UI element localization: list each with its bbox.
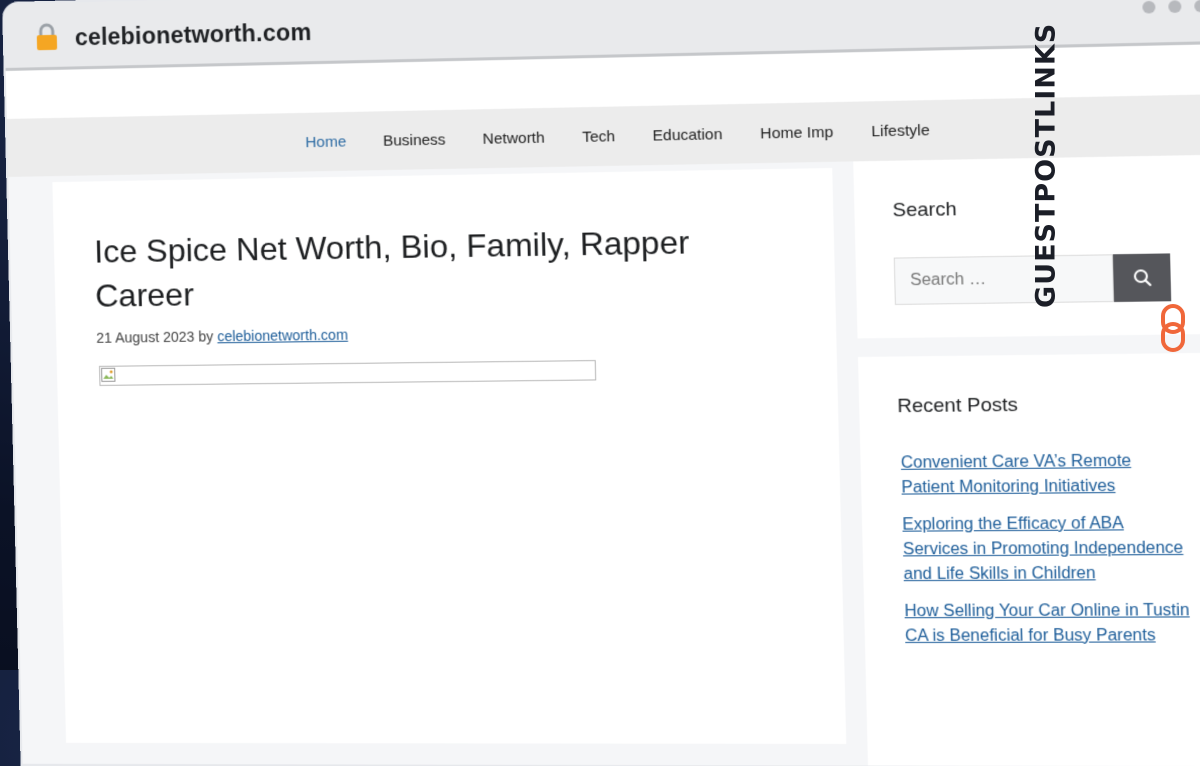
search-widget: Search xyxy=(853,154,1200,339)
sidebar: Search Recent Posts Convenient Care VA’s… xyxy=(853,154,1200,766)
window-controls xyxy=(1142,0,1200,14)
recent-posts-widget: Recent Posts Convenient Care VA’s Remote… xyxy=(857,352,1200,766)
list-item: How Selling Your Car Online in Tustin CA… xyxy=(904,599,1192,649)
chain-link-icon xyxy=(1161,304,1185,352)
nav-item-business[interactable]: Business xyxy=(383,131,446,149)
article-by: by xyxy=(198,328,214,345)
search-widget-title: Search xyxy=(892,198,957,222)
page-content: Ice Spice Net Worth, Bio, Family, Rapper… xyxy=(8,154,1200,766)
article-meta: 21 August 2023 by celebionetworth.com xyxy=(96,327,348,346)
recent-post-link[interactable]: Convenient Care VA’s Remote Patient Moni… xyxy=(901,452,1132,496)
recent-posts-list: Convenient Care VA’s Remote Patient Moni… xyxy=(901,449,1193,662)
window-dot-icon[interactable] xyxy=(1194,0,1200,13)
article-author-link[interactable]: celebionetworth.com xyxy=(217,327,348,345)
broken-image xyxy=(99,360,597,386)
lock-icon xyxy=(36,23,58,51)
broken-image-icon xyxy=(101,368,115,382)
nav-item-education[interactable]: Education xyxy=(652,125,722,144)
guestpostlinks-watermark: GUESTPOSTLINKS xyxy=(1030,23,1192,358)
article: Ice Spice Net Worth, Bio, Family, Rapper… xyxy=(52,167,847,744)
recent-posts-title: Recent Posts xyxy=(897,394,1019,418)
search-icon xyxy=(1132,268,1152,287)
nav-item-lifestyle[interactable]: Lifestyle xyxy=(871,121,930,140)
list-item: Convenient Care VA’s Remote Patient Moni… xyxy=(901,449,1189,501)
brand-name: GUESTPOSTLINKS xyxy=(1030,22,1062,308)
address-bar-url[interactable]: celebionetworth.com xyxy=(75,19,312,52)
recent-post-link[interactable]: Exploring the Efficacy of ABA Services i… xyxy=(902,515,1183,583)
window-dot-icon[interactable] xyxy=(1142,0,1156,14)
search-input[interactable] xyxy=(893,254,1115,305)
article-title: Ice Spice Net Worth, Bio, Family, Rapper… xyxy=(93,223,690,314)
nav-item-home[interactable]: Home xyxy=(305,133,346,151)
recent-post-link[interactable]: How Selling Your Car Online in Tustin CA… xyxy=(904,602,1189,645)
nav-item-networth[interactable]: Networth xyxy=(482,129,545,148)
list-item: Exploring the Efficacy of ABA Services i… xyxy=(902,511,1191,587)
nav-item-tech[interactable]: Tech xyxy=(582,127,615,145)
window-dot-icon[interactable] xyxy=(1168,0,1182,14)
nav-item-home-imp[interactable]: Home Imp xyxy=(760,123,833,142)
browser-window: celebionetworth.com Home Business Networ… xyxy=(4,0,1200,766)
article-date: 21 August 2023 xyxy=(96,328,195,346)
